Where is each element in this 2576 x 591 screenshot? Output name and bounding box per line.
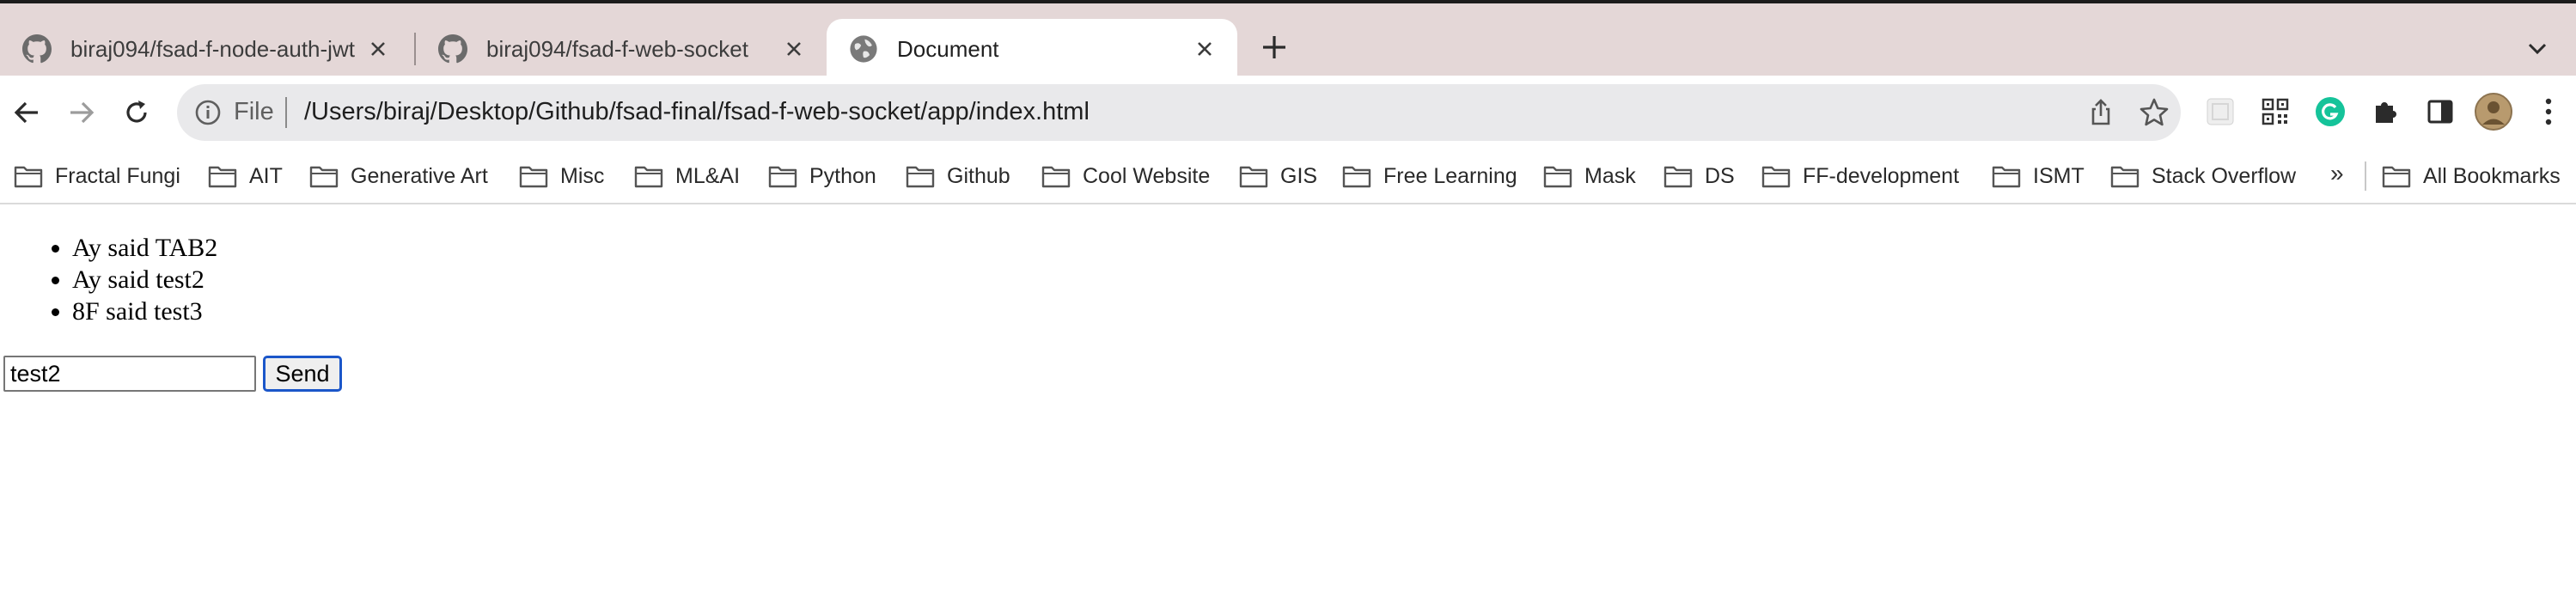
- bookmark-label: GIS: [1280, 163, 1318, 188]
- all-bookmarks-button[interactable]: All Bookmarks: [2382, 158, 2561, 194]
- more-menu-icon[interactable]: [2530, 93, 2567, 131]
- bookmark-label: FF-development: [1803, 163, 1960, 188]
- bookmark-folder-ff-development[interactable]: FF-development: [1761, 158, 1959, 194]
- bookmark-folder-ds[interactable]: DS: [1663, 158, 1735, 194]
- folder-icon: [1239, 166, 1268, 188]
- globe-icon: [850, 35, 877, 63]
- bookmarks-overflow-button[interactable]: »: [2330, 160, 2344, 187]
- folder-icon: [906, 166, 935, 188]
- close-icon[interactable]: [363, 34, 394, 64]
- bookmark-folder-mask[interactable]: Mask: [1543, 158, 1636, 194]
- list-item: 8F said test3: [72, 296, 217, 327]
- url-scheme-label: File: [234, 98, 274, 125]
- message-list: Ay said TAB2 Ay said test2 8F said test3: [72, 232, 217, 327]
- tab-node-auth-jwt[interactable]: biraj094/fsad-f-node-auth-jwt: [0, 19, 411, 79]
- side-panel-icon[interactable]: [2421, 93, 2459, 131]
- bookmark-label: Generative Art: [351, 163, 488, 188]
- tab-strip: biraj094/fsad-f-node-auth-jwt biraj094/f…: [0, 0, 2576, 79]
- folder-icon: [2110, 166, 2140, 188]
- github-icon: [438, 34, 467, 64]
- reload-button[interactable]: [117, 93, 156, 132]
- close-icon[interactable]: [778, 34, 809, 64]
- bookmarks-divider: [2365, 161, 2366, 191]
- grammarly-icon[interactable]: [2311, 93, 2349, 131]
- list-item: Ay said TAB2: [72, 232, 217, 264]
- bookmark-folder-gis[interactable]: GIS: [1239, 158, 1317, 194]
- qr-code-icon[interactable]: [2256, 93, 2294, 131]
- folder-icon: [1992, 166, 2021, 188]
- bookmark-folder-ml-ai[interactable]: ML&AI: [634, 158, 740, 194]
- star-icon[interactable]: [2138, 96, 2170, 129]
- folder-icon: [768, 166, 797, 188]
- folder-icon: [208, 166, 237, 188]
- new-tab-button[interactable]: [1256, 29, 1292, 65]
- bookmark-label: Cool Website: [1083, 163, 1211, 188]
- toolbar: File /Users/biraj/Desktop/Github/fsad-fi…: [0, 76, 2576, 149]
- bookmark-label: Python: [809, 163, 876, 188]
- bookmark-label: AIT: [249, 163, 283, 188]
- bookmark-label: All Bookmarks: [2423, 163, 2561, 188]
- tab-title: biraj094/fsad-f-web-socket: [486, 35, 748, 62]
- share-icon[interactable]: [2085, 96, 2117, 129]
- info-icon[interactable]: [194, 99, 222, 126]
- plus-icon: [1263, 36, 1285, 58]
- bookmark-folder-misc[interactable]: Misc: [519, 158, 604, 194]
- bookmark-folder-github[interactable]: Github: [906, 158, 1010, 194]
- address-bar[interactable]: File /Users/biraj/Desktop/Github/fsad-fi…: [177, 84, 2181, 141]
- bookmark-folder-python[interactable]: Python: [768, 158, 876, 194]
- bookmark-label: Free Learning: [1383, 163, 1517, 188]
- extensions-puzzle-icon[interactable]: [2366, 93, 2404, 131]
- bookmark-folder-generative-art[interactable]: Generative Art: [309, 158, 488, 194]
- arrow-left-icon: [14, 101, 38, 124]
- bookmark-folder-cool-website[interactable]: Cool Website: [1041, 158, 1210, 194]
- bookmark-label: Stack Overflow: [2152, 163, 2297, 188]
- folder-icon: [309, 166, 339, 188]
- message-input[interactable]: [3, 356, 256, 392]
- tab-document[interactable]: Document: [827, 19, 1237, 79]
- bookmark-folder-fractal-fungi[interactable]: Fractal Fungi: [14, 158, 180, 194]
- bookmarks-bar: Fractal Fungi AIT Generative Art Misc ML…: [0, 149, 2576, 204]
- folder-icon: [1761, 166, 1791, 188]
- reload-icon: [126, 101, 147, 123]
- browser-window: biraj094/fsad-f-node-auth-jwt biraj094/f…: [0, 0, 2576, 591]
- bookmark-label: Mask: [1584, 163, 1636, 188]
- tab-title: biraj094/fsad-f-node-auth-jwt: [70, 35, 355, 62]
- folder-icon: [1041, 166, 1071, 188]
- bookmark-folder-ismt[interactable]: ISMT: [1992, 158, 2085, 194]
- folder-icon: [1663, 166, 1693, 188]
- back-button[interactable]: [7, 93, 46, 132]
- avatar[interactable]: [2475, 93, 2512, 131]
- forward-button[interactable]: [62, 93, 101, 132]
- arrow-right-icon: [70, 101, 95, 124]
- folder-icon: [2382, 166, 2411, 188]
- bookmark-label: Github: [947, 163, 1010, 188]
- bookmark-folder-stack-overflow[interactable]: Stack Overflow: [2110, 158, 2296, 194]
- bookmark-folder-free-learning[interactable]: Free Learning: [1342, 158, 1517, 194]
- bookmark-label: ML&AI: [675, 163, 741, 188]
- tab-search-button[interactable]: [2523, 34, 2552, 64]
- page-content: Ay said TAB2 Ay said test2 8F said test3…: [0, 206, 2576, 591]
- tab-title: Document: [897, 35, 999, 62]
- folder-icon: [1342, 166, 1371, 188]
- omnibox-divider: [285, 97, 287, 128]
- bookmark-label: Fractal Fungi: [55, 163, 180, 188]
- github-icon: [22, 34, 52, 64]
- list-item: Ay said test2: [72, 264, 217, 296]
- bookmark-folder-ait[interactable]: AIT: [208, 158, 283, 194]
- folder-icon: [519, 166, 548, 188]
- folder-icon: [14, 166, 43, 188]
- folder-icon: [634, 166, 663, 188]
- chevron-down-icon: [2528, 43, 2547, 55]
- close-icon[interactable]: [1189, 34, 1220, 64]
- url-text[interactable]: /Users/biraj/Desktop/Github/fsad-final/f…: [304, 98, 1090, 126]
- bookmark-label: DS: [1705, 163, 1735, 188]
- bookmark-label: Misc: [560, 163, 605, 188]
- extension-placeholder-icon[interactable]: [2201, 93, 2239, 131]
- bookmark-label: ISMT: [2033, 163, 2085, 188]
- send-button[interactable]: Send: [263, 356, 342, 392]
- folder-icon: [1543, 166, 1572, 188]
- tab-web-socket[interactable]: biraj094/fsad-f-web-socket: [416, 19, 827, 79]
